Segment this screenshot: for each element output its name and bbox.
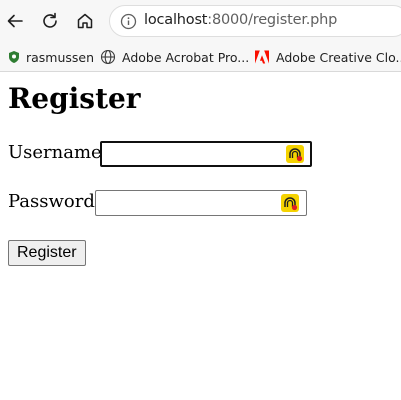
url-path: :8000/register.php [207,12,338,28]
password-input[interactable] [95,190,307,216]
shield-icon [9,51,19,63]
bookmarks-bar: rasmussen Adobe Acrobat Pro... Adobe Cre… [0,42,401,72]
password-label: Password: [8,191,101,212]
home-icon [77,13,93,29]
adobe-icon [255,50,269,64]
bookmark-adobe-acrobat[interactable]: Adobe Acrobat Pro... [100,47,249,67]
bookmark-rasmussen[interactable]: rasmussen [8,47,94,67]
bookmark-label: rasmussen [26,49,95,65]
register-button[interactable]: Register [8,240,86,266]
bookmark-label: Adobe Creative Clo... [276,49,401,65]
username-label: Username: [8,142,108,163]
password-manager-icon[interactable] [285,144,305,164]
back-button[interactable] [2,8,28,34]
page-title: Register [8,82,141,115]
reload-button[interactable] [37,8,63,34]
bookmark-label: Adobe Acrobat Pro... [122,49,250,65]
password-manager-icon[interactable] [280,193,300,213]
browser-toolbar: localhost:8000/register.php [0,0,401,42]
url-text[interactable]: localhost:8000/register.php [144,12,337,28]
username-input[interactable] [100,141,312,167]
bookmark-adobe-creative-cloud[interactable]: Adobe Creative Clo... [254,47,401,67]
globe-icon [100,49,116,65]
arrow-left-icon [7,14,23,28]
site-info-icon[interactable] [120,13,137,30]
address-bar[interactable]: localhost:8000/register.php [109,5,401,37]
home-button[interactable] [72,8,98,34]
reload-icon [43,12,57,28]
page-content: Register Username: Password: Register [0,72,401,400]
url-host: localhost [144,12,208,28]
